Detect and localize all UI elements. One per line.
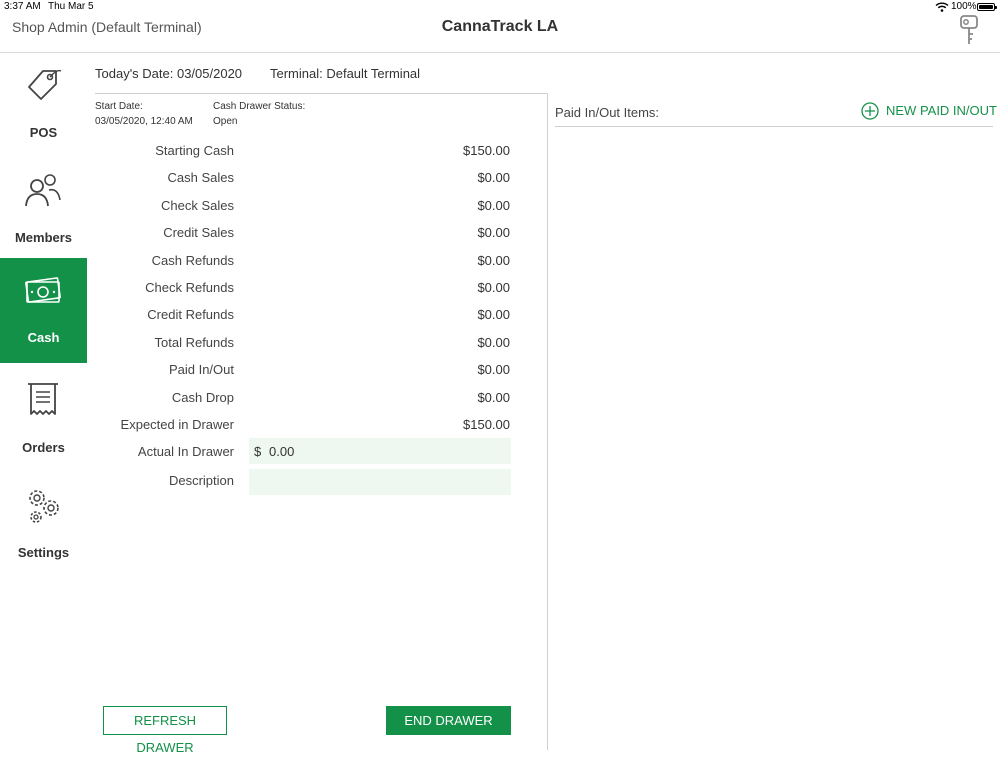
start-date-label: Start Date: [95, 101, 143, 112]
status-date: Thu Mar 5 [48, 1, 94, 12]
refresh-drawer-button[interactable]: REFRESH DRAWER [103, 706, 227, 755]
tag-icon [28, 69, 62, 100]
plus-circle-icon [861, 102, 879, 120]
paid-items-title: Paid In/Out Items: [555, 105, 660, 120]
drawer-status-label: Cash Drawer Status: [213, 101, 306, 112]
summary-value: $0.00 [477, 280, 510, 295]
summary-value: $0.00 [477, 253, 510, 268]
key-icon[interactable] [955, 14, 983, 48]
terminal-name: Terminal: Default Terminal [270, 66, 421, 81]
sidebar-item-label: Settings [17, 545, 70, 560]
description-label: Description [168, 473, 234, 488]
battery-icon [977, 3, 997, 11]
wifi-icon [935, 2, 949, 12]
end-drawer-button[interactable]: END DRAWER [386, 706, 511, 735]
start-date-value: 03/05/2020, 12:40 AM [95, 116, 193, 127]
divider [95, 93, 547, 94]
summary-value: $0.00 [477, 170, 510, 185]
currency-symbol: $ [254, 444, 262, 459]
summary-value: $0.00 [477, 225, 510, 240]
app-title: CannaTrack LA [441, 18, 559, 35]
divider [555, 126, 993, 127]
status-time: 3:37 AM [4, 1, 41, 12]
status-bar: 3:37 AM Thu Mar 5 100% [0, 0, 1000, 14]
gears-icon [29, 490, 59, 523]
battery-percent: 100% [951, 1, 977, 12]
summary-value: $0.00 [477, 307, 510, 322]
pane-divider [547, 93, 548, 750]
summary-value: $150.00 [463, 143, 510, 158]
summary-value: $0.00 [477, 335, 510, 350]
sidebar-item-label: POS [29, 125, 58, 140]
sidebar-item-settings[interactable]: Settings [0, 473, 87, 578]
summary-value: $0.00 [477, 362, 510, 377]
summary-value: $150.00 [463, 417, 510, 432]
todays-date: Today's Date: 03/05/2020 [95, 66, 243, 81]
summary-value: $0.00 [477, 390, 510, 405]
new-paid-label: NEW PAID IN/OUT [886, 103, 997, 118]
drawer-status-value: Open [213, 116, 238, 127]
app-header: Shop Admin (Default Terminal) CannaTrack… [0, 14, 1000, 53]
actual-drawer-label: Actual In Drawer [137, 444, 234, 459]
actual-drawer-value: 0.00 [269, 444, 295, 459]
actual-drawer-input[interactable]: $ 0.00 [249, 438, 511, 464]
summary-value: $0.00 [477, 198, 510, 213]
description-input[interactable] [249, 469, 511, 495]
